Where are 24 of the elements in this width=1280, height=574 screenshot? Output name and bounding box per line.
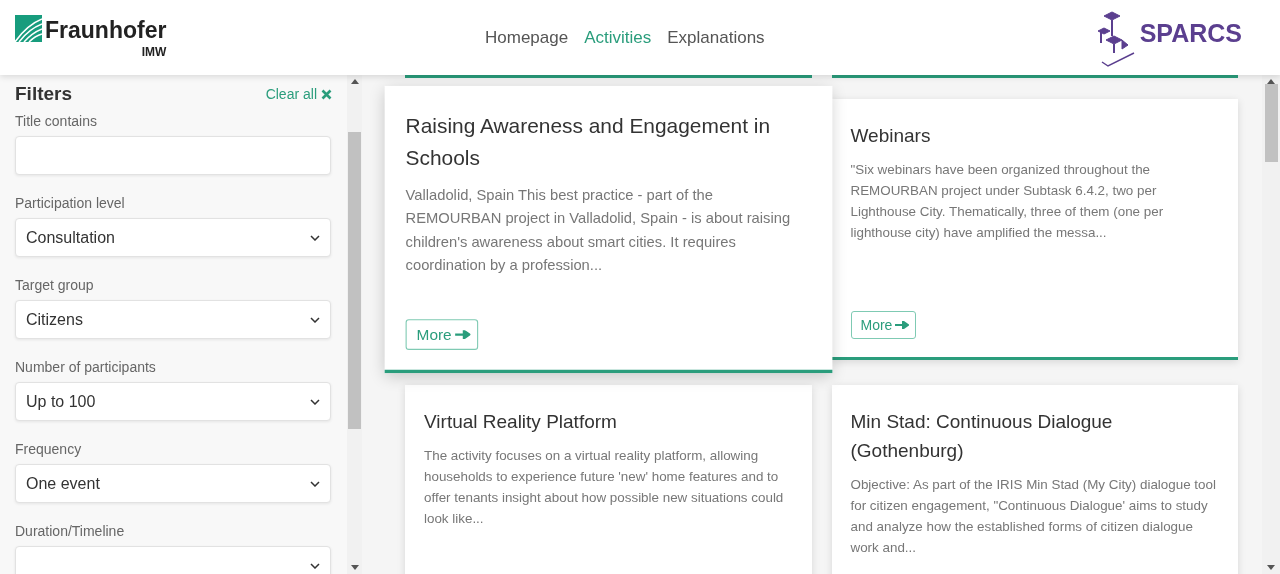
field-label: Title contains [15,113,97,129]
select-dropdown[interactable]: One event [15,464,331,503]
select-dropdown[interactable]: Consultation [15,218,331,257]
card-description: "Six webinars have been organized throughout the REMOURBAN project under Subtask 6.4.2, two per Lighthouse City. Thematically, three of them (one per lighthouse city) have amplified the messa... [850,161,1165,242]
sidebar-title: Filters [15,83,73,105]
nav-link[interactable]: Homepage [485,27,569,48]
field-label: Duration/Timeline [15,523,125,539]
nav-link[interactable]: Explanations [667,27,765,48]
select-dropdown[interactable]: Citizens [15,300,331,339]
logo-name: Fraunhofer [45,16,167,45]
card-description: The activity focuses on a virtual reality platform, allowing households to experience future 'new' home features and to offer tenants insight about how possible new situations could look like... [424,447,785,528]
card-title: Raising Awareness and Engagement in Schools [405,113,771,172]
card-description: Valladolid, Spain This best practice - part of the REMOURBAN project in Valladolid, Spain - is about raising children's awareness about smart cities. It requires coordination by a profession... [405,186,792,275]
field-label: Target group [15,277,94,293]
field-label: Frequency [15,441,82,457]
card-title: Webinars [850,124,931,148]
field-label: Participation level [15,195,125,211]
select-dropdown[interactable]: Up to 100 [15,382,331,421]
field-label: Number of participants [15,359,156,375]
partner-logo-name: SPARCS [1139,19,1242,48]
card-title: Virtual Reality Platform [424,410,617,434]
card-title: Min Stad: Continuous Dialogue (Gothenburg) [850,410,1114,463]
card-description: Objective: As part of the IRIS Min Stad (My City) dialogue tool for citizen engagement, "Continuous Dialogue' aims to study and analyze how the established forms of citizen dialogue work and... [850,476,1217,557]
logo-subtitle: IMW [141,45,167,59]
